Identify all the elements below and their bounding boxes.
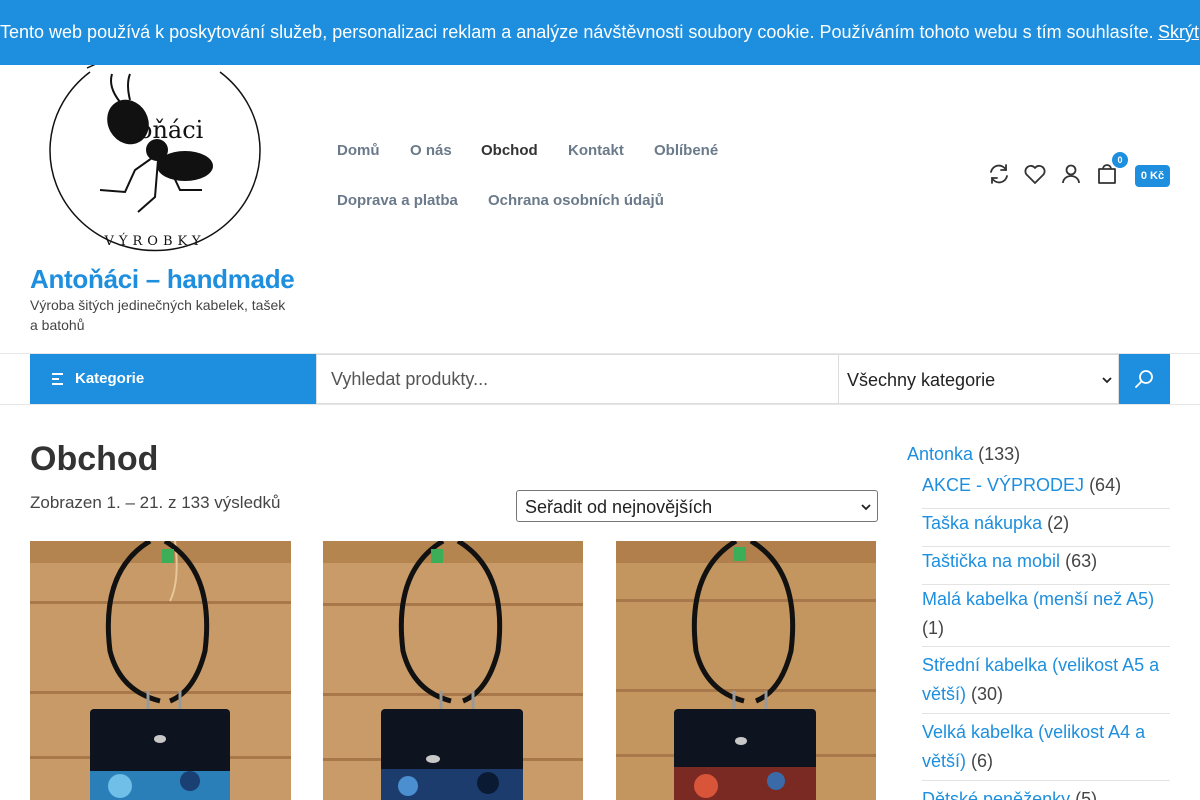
product-search-input[interactable] <box>316 354 838 404</box>
nav-shipping-payment[interactable]: Doprava a platba <box>337 192 458 209</box>
sort-select[interactable]: Seřadit od nejnovějších <box>516 490 878 522</box>
category-link-sale[interactable]: AKCE - VÝPRODEJ <box>922 475 1084 495</box>
category-item: Střední kabelka (velikost A5 a větší) (3… <box>922 651 1170 714</box>
category-select[interactable]: Všechny kategorie <box>838 354 1119 404</box>
result-count: Zobrazen 1. – 21. z 133 výsledků <box>30 493 281 512</box>
sort-select-value: Seřadit od nejnovějších <box>525 497 713 517</box>
category-link-small-handbag[interactable]: Malá kabelka (menší než A5) <box>922 589 1154 609</box>
product-image <box>323 541 583 800</box>
category-count: (5) <box>1075 789 1098 800</box>
category-item: Taška nákupka (2) <box>922 509 1170 547</box>
nav-favorites[interactable]: Oblíbené <box>654 142 718 159</box>
product-card[interactable] <box>30 541 291 800</box>
category-link-kids-wallets[interactable]: Dětské peněženky <box>922 789 1070 800</box>
nav-home[interactable]: Domů <box>337 142 380 159</box>
product-card[interactable] <box>323 541 583 800</box>
category-count: (6) <box>971 751 994 771</box>
category-count: (2) <box>1047 513 1070 533</box>
search-icon <box>1135 370 1153 388</box>
category-select-value: Všechny kategorie <box>847 370 996 390</box>
product-image <box>30 541 291 800</box>
category-item: Taštička na mobil (63) <box>922 547 1170 585</box>
category-link-phone-bag[interactable]: Taštička na mobil <box>922 551 1060 571</box>
heart-icon[interactable] <box>1023 162 1047 186</box>
compare-icon[interactable] <box>987 162 1011 186</box>
nav-shop[interactable]: Obchod <box>481 142 538 159</box>
ant-logo-icon: oňáci VÝROBKY <box>49 63 261 252</box>
category-count: (64) <box>1089 475 1122 495</box>
logo-wordmark: oňáci <box>138 116 204 144</box>
category-link-large-handbag[interactable]: Velká kabelka (velikost A4 a větší) <box>922 722 1145 771</box>
category-count: (133) <box>978 444 1021 464</box>
cookie-hide-link[interactable]: Skrýt <box>1158 0 1199 65</box>
chevron-down-icon <box>861 504 871 511</box>
category-link-antonka[interactable]: Antonka <box>907 444 973 464</box>
category-item: Malá kabelka (menší než A5) (1) <box>922 585 1170 647</box>
chevron-down-icon <box>1102 377 1112 384</box>
cookie-banner: Tento web používá k poskytování služeb, … <box>0 0 1200 65</box>
site-title[interactable]: Antoňáci – handmade <box>30 264 295 295</box>
category-count: (30) <box>971 684 1004 704</box>
nav-about[interactable]: O nás <box>410 142 452 159</box>
product-image <box>616 541 876 800</box>
category-link-medium-handbag[interactable]: Střední kabelka (velikost A5 a větší) <box>922 655 1159 704</box>
cart-count-badge: 0 <box>1112 152 1128 168</box>
category-item: Velká kabelka (velikost A4 a větší) (6) <box>922 718 1170 781</box>
categories-button-label: Kategorie <box>75 370 145 387</box>
site-logo[interactable]: oňáci VÝROBKY <box>30 62 280 252</box>
category-link-shopping-bag[interactable]: Taška nákupka <box>922 513 1042 533</box>
list-icon <box>52 373 63 385</box>
category-count: (1) <box>922 618 944 638</box>
cart-total-badge[interactable]: 0 Kč <box>1135 165 1170 187</box>
cookie-banner-text: Tento web používá k poskytování služeb, … <box>0 22 1154 42</box>
category-item-root: Antonka (133) <box>907 440 1020 469</box>
category-count: (63) <box>1065 551 1098 571</box>
product-card[interactable] <box>616 541 876 800</box>
user-icon[interactable] <box>1059 162 1083 186</box>
nav-contact[interactable]: Kontakt <box>568 142 624 159</box>
category-item: Dětské peněženky (5) <box>922 785 1170 800</box>
nav-privacy[interactable]: Ochrana osobních údajů <box>488 192 664 209</box>
category-item: AKCE - VÝPRODEJ (64) <box>922 471 1170 509</box>
search-button[interactable] <box>1119 354 1170 404</box>
categories-button[interactable]: Kategorie <box>30 354 316 404</box>
logo-subtext: VÝROBKY <box>104 233 206 249</box>
search-divider <box>0 404 1200 405</box>
site-tagline: Výroba šitých jedinečných kabelek, tašek… <box>30 297 286 333</box>
page-title: Obchod <box>30 440 159 478</box>
